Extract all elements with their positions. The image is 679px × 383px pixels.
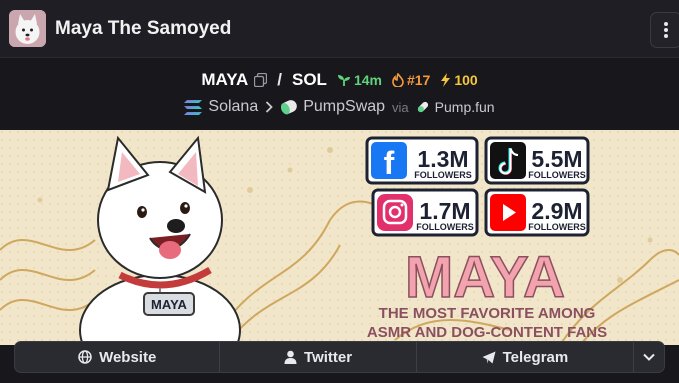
copy-icon — [254, 73, 268, 87]
boosts-value: 100 — [454, 72, 478, 88]
youtube-count: 2.9M — [531, 198, 582, 224]
telegram-button[interactable]: Telegram — [417, 342, 635, 372]
pair-age: 14m — [337, 72, 382, 88]
tiktok-label: FOLLOWERS — [528, 170, 586, 180]
facebook-count: 1.3M — [417, 146, 468, 172]
pill-icon — [417, 101, 428, 113]
chain-link[interactable]: Solana — [184, 98, 258, 116]
social-card-instagram: 1.7M FOLLOWERS — [371, 188, 479, 237]
chevron-down-icon — [643, 353, 655, 361]
paper-plane-icon — [482, 351, 496, 363]
launchpad-name: Pump.fun — [434, 99, 495, 115]
top-header: Maya The Samoyed — [0, 0, 679, 58]
base-token-symbol: MAYA — [201, 70, 249, 89]
launchpad-link[interactable]: Pump.fun — [416, 99, 495, 115]
copy-address-button[interactable] — [254, 73, 268, 87]
dex-link[interactable]: PumpSwap — [280, 98, 385, 116]
facebook-label: FOLLOWERS — [414, 170, 472, 180]
social-card-tiktok: 5.5M FOLLOWERS — [484, 136, 590, 185]
website-label: Website — [99, 348, 157, 366]
solana-icon — [184, 99, 203, 115]
telegram-label: Telegram — [502, 348, 569, 366]
pair-info: MAYA / SOL 14m #17 100 Solana PumpSwap v… — [0, 58, 679, 130]
dog-tag-text: MAYA — [151, 297, 188, 312]
quote-token-symbol: SOL — [291, 70, 327, 89]
tiktok-count: 5.5M — [531, 146, 582, 172]
boosts[interactable]: 100 — [440, 72, 478, 88]
more-links-button[interactable] — [634, 342, 664, 372]
samoyed-avatar-icon — [9, 10, 46, 47]
user-icon — [284, 350, 297, 364]
via-label: via — [392, 99, 409, 115]
social-links-bar: Website Twitter Telegram — [14, 341, 665, 373]
website-button[interactable]: Website — [15, 342, 221, 372]
banner-tagline-1: THE MOST FAVORITE AMONG — [379, 305, 596, 322]
banner-headline: MAYA — [405, 245, 565, 310]
twitter-label: Twitter — [304, 348, 353, 366]
more-menu-button[interactable] — [650, 12, 679, 48]
social-card-facebook: f 1.3M FOLLOWERS — [365, 136, 479, 185]
chain-row: Solana PumpSwap via Pump.fun — [0, 96, 679, 118]
twitter-button[interactable]: Twitter — [220, 342, 417, 372]
banner-tagline-2: ASMR AND DOG-CONTENT FANS — [367, 324, 607, 341]
globe-icon — [78, 350, 92, 364]
instagram-count: 1.7M — [419, 198, 470, 224]
instagram-label: FOLLOWERS — [416, 222, 474, 232]
lightning-icon — [441, 73, 451, 87]
chevron-right-icon — [266, 101, 273, 113]
dex-name: PumpSwap — [303, 98, 386, 115]
vertical-dots-icon — [664, 22, 668, 38]
token-banner-image: MAYA f 1.3M FOLLOWERS 5.5M FOLLOWERS 1.7… — [0, 130, 679, 345]
pair-separator: / — [277, 70, 282, 89]
social-card-youtube: 2.9M FOLLOWERS — [484, 188, 590, 237]
youtube-label: FOLLOWERS — [528, 222, 586, 232]
flame-icon — [392, 73, 404, 87]
trending-rank-value: #17 — [406, 72, 431, 88]
chain-name: Solana — [208, 98, 259, 115]
svg-text:f: f — [384, 145, 395, 181]
page-title: Maya The Samoyed — [55, 18, 232, 39]
pair-age-value: 14m — [353, 72, 382, 88]
pumpswap-icon — [281, 100, 298, 115]
pair-row: MAYA / SOL 14m #17 100 — [0, 68, 679, 92]
seedling-icon — [337, 75, 350, 86]
trending-rank[interactable]: #17 — [392, 72, 430, 88]
